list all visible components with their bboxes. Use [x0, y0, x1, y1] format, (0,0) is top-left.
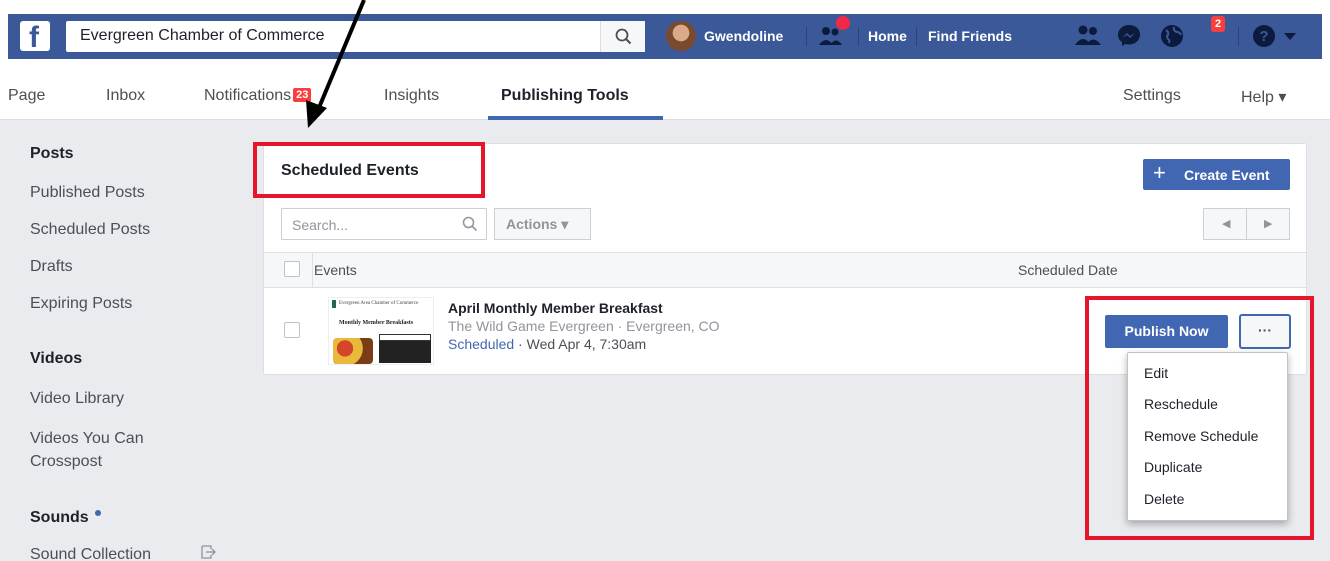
logo-mark [332, 300, 336, 308]
tab-inbox[interactable]: Inbox [106, 87, 145, 105]
plus-icon: + [1153, 160, 1166, 185]
user-avatar[interactable] [666, 21, 696, 51]
create-event-button[interactable]: + Create Event [1143, 159, 1290, 190]
event-status[interactable]: Scheduled [448, 336, 514, 352]
event-row-checkbox[interactable] [284, 322, 300, 338]
column-header-scheduled-date[interactable]: Scheduled Date [1018, 262, 1118, 278]
tab-publishing-tools[interactable]: Publishing Tools [501, 87, 629, 105]
crosspost-line2: Crosspost [30, 453, 103, 470]
sounds-heading-label: Sounds [30, 509, 89, 526]
messenger-icon[interactable] [1117, 24, 1141, 48]
tab-page[interactable]: Page [8, 87, 45, 105]
prev-page-icon[interactable]: ◀ [1222, 217, 1230, 230]
thumbnail-text-org: Evergreen Area Chamber of Commerce [339, 301, 419, 306]
svg-text:?: ? [1259, 28, 1268, 45]
sidebar-item-drafts[interactable]: Drafts [30, 258, 73, 276]
sidebar-item-videos-crosspost[interactable]: Videos You Can Crosspost [30, 427, 144, 473]
event-thumbnail[interactable]: Evergreen Area Chamber of Commerce Month… [328, 297, 434, 365]
sidebar-item-video-library[interactable]: Video Library [30, 390, 124, 408]
friends-icon[interactable] [1075, 24, 1101, 46]
top-search-value: Evergreen Chamber of Commerce [80, 27, 325, 44]
tab-help[interactable]: Help ▾ [1241, 87, 1286, 107]
divider [806, 27, 807, 46]
top-search-button[interactable] [600, 21, 645, 52]
annotation-highlight-title [253, 142, 485, 198]
nav-home-link[interactable]: Home [868, 28, 907, 44]
events-search-placeholder: Search... [292, 217, 349, 233]
tab-notifications-label: Notifications [204, 87, 292, 104]
pagination-control: ◀ ▶ [1203, 208, 1290, 240]
sidebar-heading-videos: Videos [30, 350, 83, 367]
search-icon [615, 28, 632, 45]
event-location: The Wild Game Evergreen · Evergreen, CO [448, 318, 720, 334]
tab-settings[interactable]: Settings [1123, 87, 1181, 105]
event-title-link[interactable]: April Monthly Member Breakfast [448, 300, 663, 316]
divider [312, 252, 313, 288]
sidebar-heading-sounds: Sounds [30, 509, 101, 527]
thumbnail-date-block [379, 334, 431, 341]
divider [1246, 209, 1247, 239]
user-name-link[interactable]: Gwendoline [704, 28, 783, 44]
sidebar-item-published-posts[interactable]: Published Posts [30, 184, 145, 202]
actions-dropdown-button[interactable]: Actions ▾ [494, 208, 591, 240]
create-event-label: Create Event [1184, 167, 1270, 183]
event-schedule-info: Scheduled · Wed Apr 4, 7:30am [448, 336, 646, 352]
crosspost-line1: Videos You Can [30, 430, 144, 447]
notifications-count-badge: 23 [293, 88, 312, 102]
facebook-logo-icon[interactable] [20, 21, 50, 55]
tab-notifications[interactable]: Notifications 23 [204, 87, 312, 105]
sidebar-item-scheduled-posts[interactable]: Scheduled Posts [30, 221, 150, 239]
new-indicator-dot [94, 510, 101, 516]
search-icon [462, 216, 478, 232]
sidebar-item-sound-collection[interactable]: Sound Collection [30, 546, 151, 561]
divider [858, 27, 859, 46]
thumbnail-food-image [333, 338, 373, 364]
thumbnail-text-title: Monthly Member Breakfasts [339, 320, 414, 326]
divider [1238, 27, 1239, 46]
help-icon[interactable]: ? [1252, 24, 1276, 48]
notifications-badge: 2 [1211, 16, 1225, 32]
globe-notifications-icon[interactable] [1160, 24, 1184, 48]
table-header [264, 252, 1306, 288]
sidebar-heading-posts: Posts [30, 145, 74, 162]
friend-request-indicator [836, 16, 850, 30]
actions-label: Actions ▾ [506, 216, 569, 232]
thumbnail-banner [379, 341, 431, 363]
divider [916, 27, 917, 46]
nav-find-friends-link[interactable]: Find Friends [928, 28, 1012, 44]
external-link-icon [201, 545, 216, 559]
select-all-checkbox[interactable] [284, 261, 300, 277]
column-header-events[interactable]: Events [314, 262, 357, 278]
chevron-down-icon[interactable] [1284, 33, 1296, 41]
active-tab-indicator [488, 116, 663, 120]
top-search-input[interactable]: Evergreen Chamber of Commerce [66, 21, 645, 52]
next-page-icon[interactable]: ▶ [1264, 217, 1272, 230]
tab-insights[interactable]: Insights [384, 87, 439, 105]
event-date: · Wed Apr 4, 7:30am [514, 336, 647, 352]
events-search-input[interactable]: Search... [281, 208, 487, 240]
sidebar-item-expiring-posts[interactable]: Expiring Posts [30, 295, 132, 313]
annotation-highlight-actions [1085, 296, 1314, 540]
